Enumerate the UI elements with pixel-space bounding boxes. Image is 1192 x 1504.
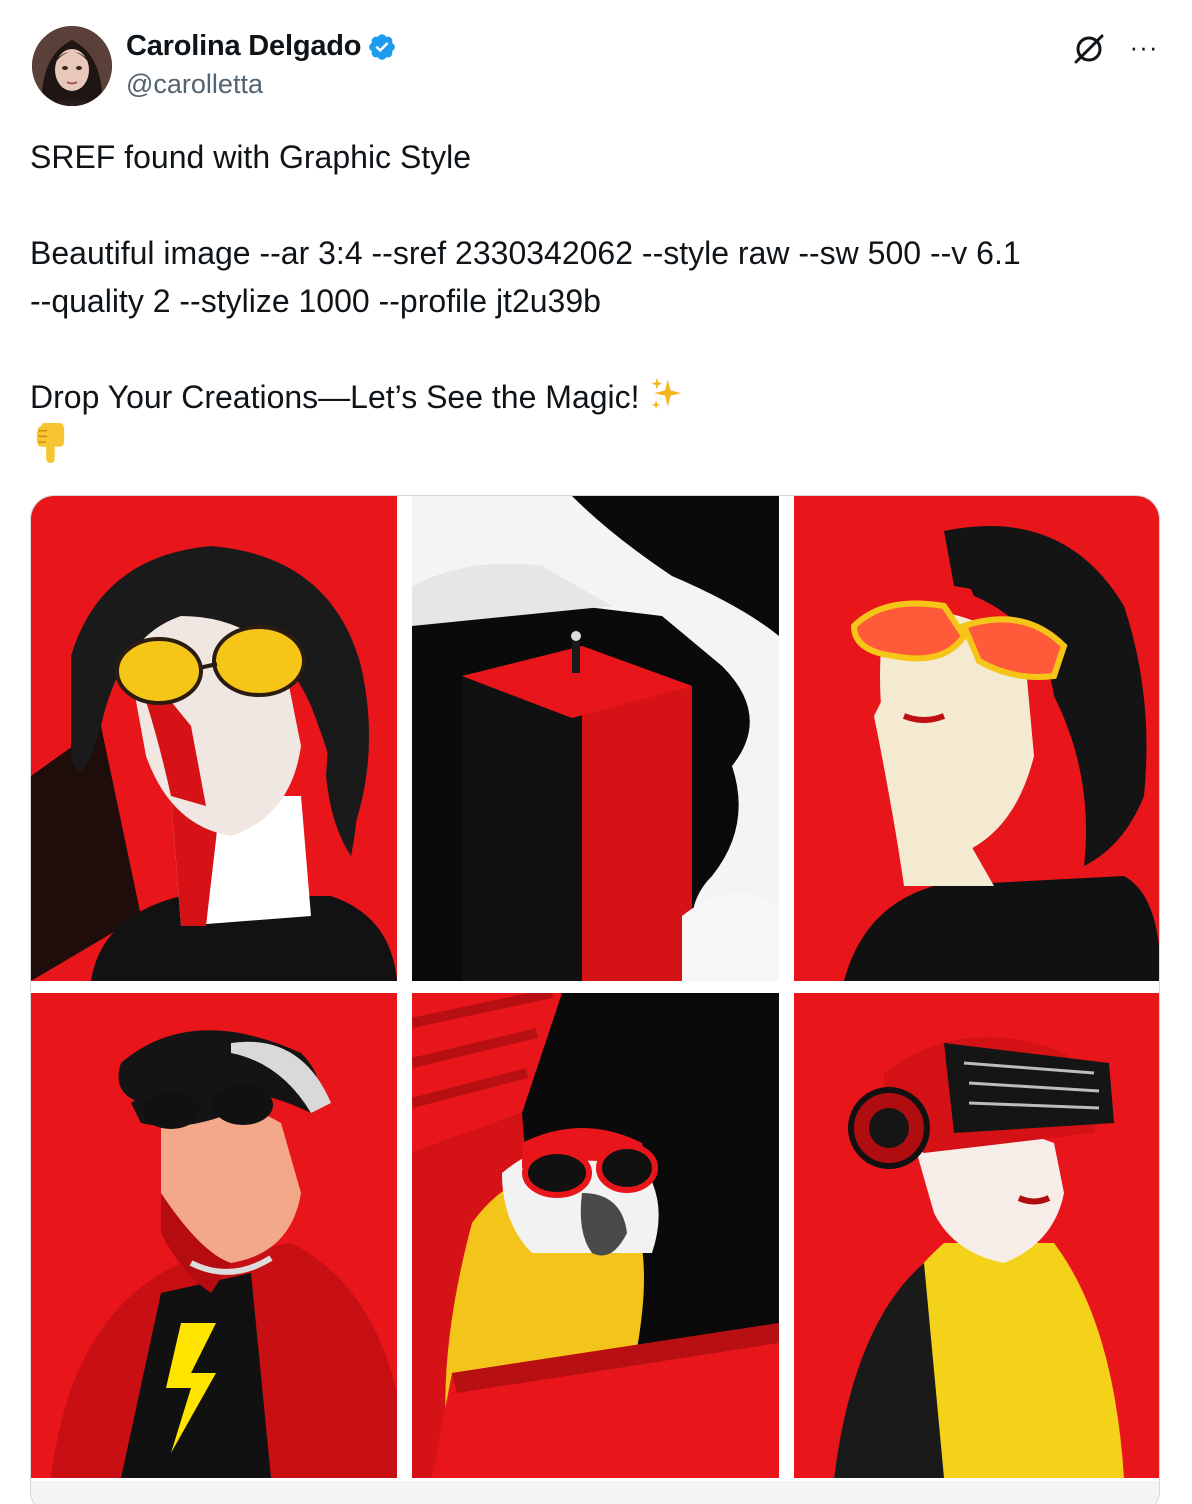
author-handle[interactable]: @carolletta <box>126 69 397 100</box>
post-text-line-2: Beautiful image --ar 3:4 --sref 23303420… <box>30 235 1021 271</box>
media-bottom-strip <box>31 1481 1159 1504</box>
curly-hair-man-image <box>31 496 397 981</box>
media-image-2[interactable] <box>412 496 779 981</box>
media-image-5[interactable] <box>412 993 779 1478</box>
bob-hair-woman-image <box>794 496 1159 981</box>
grok-icon <box>1074 34 1104 64</box>
post-text-line-3: --quality 2 --stylize 1000 --profile jt2… <box>30 283 601 319</box>
author-names: Carolina Delgado @carolletta <box>126 30 397 100</box>
post-text-line-4: Drop Your Creations—Let’s See the Magic! <box>30 374 684 424</box>
man-in-cap-image <box>31 993 397 1478</box>
post-header: Carolina Delgado @carolletta ··· <box>32 26 1162 106</box>
vr-headset-woman-image <box>794 993 1159 1478</box>
post-text-line-1: SREF found with Graphic Style <box>30 139 472 175</box>
verified-badge-icon[interactable] <box>367 32 397 62</box>
profile-photo-icon <box>32 26 112 106</box>
parrot-image <box>412 993 779 1478</box>
display-name-row: Carolina Delgado <box>126 30 397 63</box>
backhand-index-pointing-down-icon <box>30 422 68 476</box>
author-avatar[interactable] <box>32 26 112 106</box>
media-image-4[interactable] <box>31 993 397 1478</box>
post-text-cta: Drop Your Creations—Let’s See the Magic! <box>30 379 649 415</box>
post-text-line-5 <box>30 422 68 476</box>
media-image-1[interactable] <box>31 496 397 981</box>
more-options-button[interactable]: ··· <box>1124 28 1164 66</box>
media-grid <box>30 495 1160 1504</box>
media-image-6[interactable] <box>794 993 1159 1478</box>
red-tower-image <box>412 496 779 981</box>
grok-button[interactable] <box>1070 30 1108 68</box>
author-display-name[interactable]: Carolina Delgado <box>126 30 361 63</box>
sparkles-emoji-icon <box>648 376 684 424</box>
media-image-3[interactable] <box>794 496 1159 981</box>
more-options-icon: ··· <box>1129 31 1159 62</box>
